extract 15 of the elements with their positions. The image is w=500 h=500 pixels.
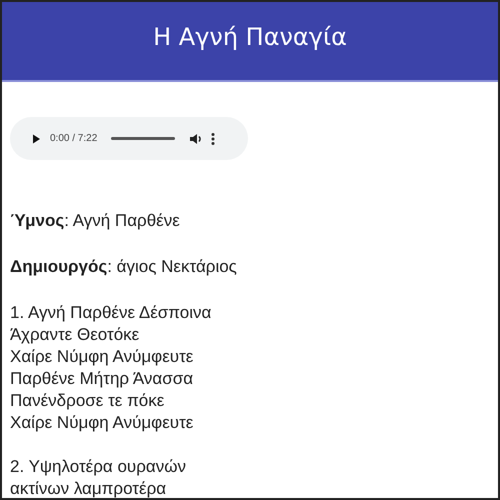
play-icon[interactable] <box>30 132 42 144</box>
page-title: Η Αγνή Παναγία <box>153 23 347 51</box>
more-options-icon[interactable] <box>211 132 216 146</box>
lyric-line: 1. Αγνή Παρθένε Δέσποινα <box>10 302 212 324</box>
volume-icon[interactable] <box>189 132 204 146</box>
info-line: Δημιουργός: άγιος Νεκτάριος <box>10 256 238 278</box>
time-display: 0:00 / 7:22 <box>50 133 98 144</box>
lyric-line: Χαίρε Νύμφη Ανύμφευτε <box>10 412 194 434</box>
lyric-line: Χαίρε Νύμφη Ανύμφευτε <box>10 346 194 368</box>
lyric-line: ακτίνων λαμπροτέρα <box>10 478 168 498</box>
lyric-line: 2. Υψηλοτέρα ουρανών <box>10 456 188 478</box>
lyric-line: Άχραντε Θεοτόκε <box>10 324 140 346</box>
lyric-line: Παρθένε Μήτηρ Άνασσα <box>10 368 194 390</box>
lyric-line: Πανένδροσε τε πόκε <box>10 390 166 412</box>
info-line: Ύμνος: Αγνή Παρθένε <box>10 210 181 232</box>
